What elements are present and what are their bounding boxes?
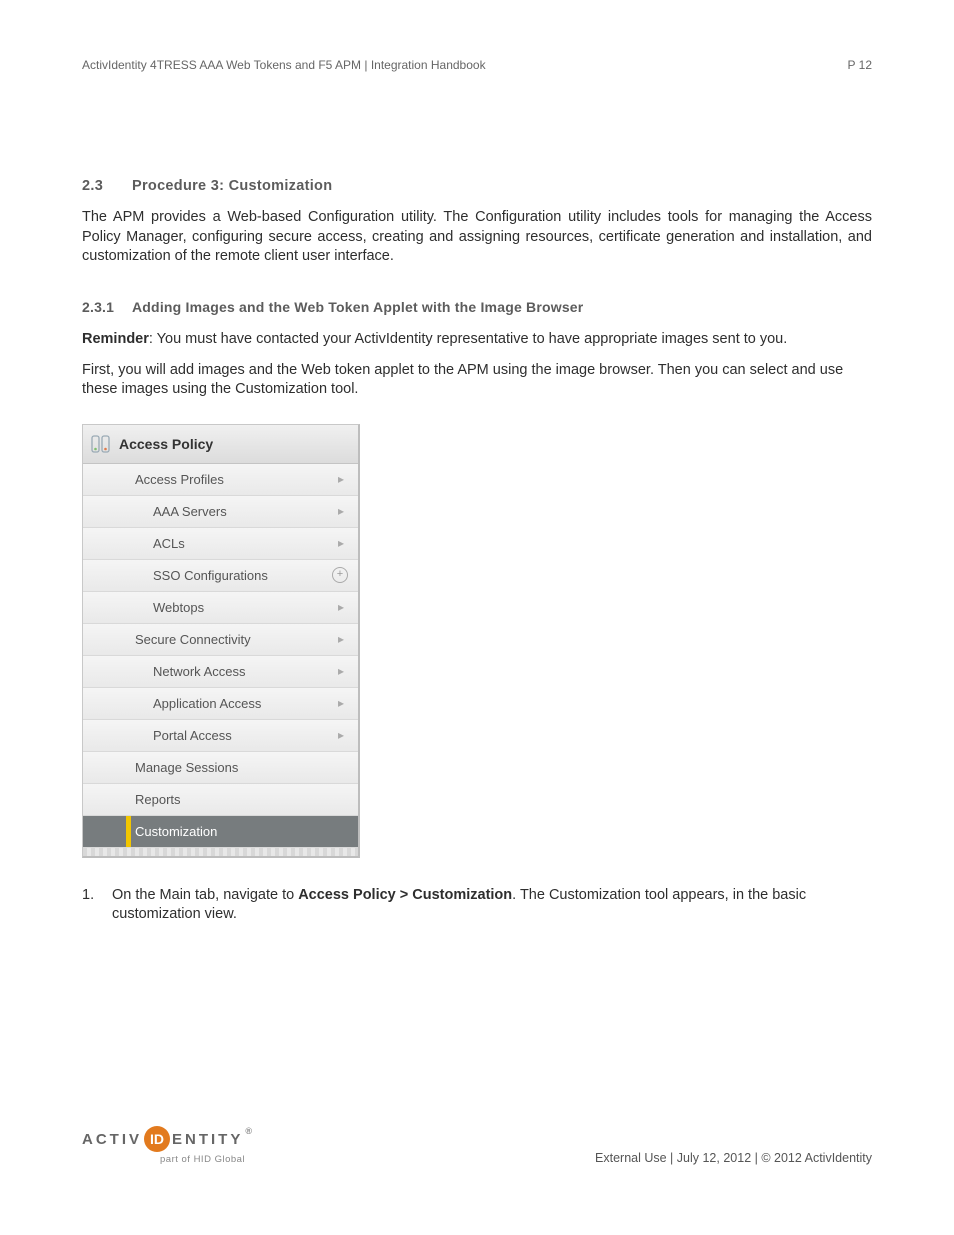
- menu-item-label: Customization: [83, 824, 332, 839]
- page-footer: ACTIV ID ENTITY ® part of HID Global Ext…: [82, 1126, 872, 1165]
- subsection-number: 2.3.1: [82, 299, 132, 315]
- menu-item-portal-access[interactable]: Portal Access ▸: [83, 720, 358, 752]
- menu-item-customization[interactable]: Customization: [83, 816, 358, 848]
- menu-item-label: SSO Configurations: [83, 568, 332, 583]
- section-title: Procedure 3: Customization: [132, 178, 332, 194]
- chevron-right-icon: ▸: [332, 536, 358, 550]
- reminder-line: Reminder: You must have contacted your A…: [82, 331, 872, 347]
- activ-identity-logo: ACTIV ID ENTITY ® part of HID Global: [82, 1126, 252, 1165]
- access-policy-menu: Access Policy Access Profiles ▸ AAA Serv…: [82, 424, 360, 858]
- logo-id-circle-icon: ID: [144, 1126, 170, 1152]
- menu-item-application-access[interactable]: Application Access ▸: [83, 688, 358, 720]
- section-number: 2.3: [82, 178, 132, 194]
- menu-item-webtops[interactable]: Webtops ▸: [83, 592, 358, 624]
- menu-item-label: Webtops: [83, 600, 332, 615]
- menu-shadow: [83, 848, 358, 856]
- plus-circle-icon[interactable]: +: [332, 567, 348, 583]
- subsection-heading: 2.3.1Adding Images and the Web Token App…: [82, 299, 872, 315]
- menu-item-sso-configurations[interactable]: SSO Configurations +: [83, 560, 358, 592]
- chevron-right-icon: ▸: [332, 728, 358, 742]
- menu-item-label: ACLs: [83, 536, 332, 551]
- chevron-right-icon: ▸: [332, 664, 358, 678]
- menu-item-manage-sessions[interactable]: Manage Sessions: [83, 752, 358, 784]
- menu-item-label: Access Profiles: [83, 472, 332, 487]
- menu-item-label: Portal Access: [83, 728, 332, 743]
- selection-indicator: [126, 816, 131, 847]
- reminder-text: : You must have contacted your ActivIden…: [149, 331, 787, 347]
- menu-item-network-access[interactable]: Network Access ▸: [83, 656, 358, 688]
- chevron-right-icon: ▸: [332, 504, 358, 518]
- section-intro: The APM provides a Web-based Configurati…: [82, 208, 872, 267]
- subsection-intro: First, you will add images and the Web t…: [82, 361, 872, 400]
- page-number: P 12: [848, 58, 872, 72]
- reminder-label: Reminder: [82, 331, 149, 347]
- chevron-right-icon: ▸: [332, 632, 358, 646]
- menu-header: Access Policy: [83, 425, 358, 464]
- footer-meta: External Use | July 12, 2012 | © 2012 Ac…: [595, 1151, 872, 1165]
- logo-text-right: ENTITY: [172, 1131, 243, 1148]
- step-text-pre: On the Main tab, navigate to: [112, 887, 298, 903]
- menu-item-aaa-servers[interactable]: AAA Servers ▸: [83, 496, 358, 528]
- logo-subtitle: part of HID Global: [160, 1154, 245, 1165]
- menu-item-label: Manage Sessions: [83, 760, 332, 775]
- menu-item-label: Network Access: [83, 664, 332, 679]
- chevron-right-icon: ▸: [332, 696, 358, 710]
- subsection-title: Adding Images and the Web Token Applet w…: [132, 299, 583, 315]
- step-number: 1.: [82, 886, 112, 925]
- step-1: 1. On the Main tab, navigate to Access P…: [82, 886, 872, 925]
- step-text-bold: Access Policy > Customization: [298, 887, 512, 903]
- menu-title: Access Policy: [119, 436, 213, 452]
- menu-item-label: Secure Connectivity: [83, 632, 332, 647]
- menu-item-reports[interactable]: Reports: [83, 784, 358, 816]
- menu-item-acls[interactable]: ACLs ▸: [83, 528, 358, 560]
- menu-item-access-profiles[interactable]: Access Profiles ▸: [83, 464, 358, 496]
- chevron-right-icon: ▸: [332, 600, 358, 614]
- chevron-right-icon: ▸: [332, 472, 358, 486]
- menu-item-label: AAA Servers: [83, 504, 332, 519]
- menu-item-label: Application Access: [83, 696, 332, 711]
- page-header: ActivIdentity 4TRESS AAA Web Tokens and …: [82, 58, 872, 72]
- access-policy-icon: [91, 435, 111, 453]
- menu-item-label: Reports: [83, 792, 332, 807]
- document-page: ActivIdentity 4TRESS AAA Web Tokens and …: [0, 0, 954, 1235]
- doc-title: ActivIdentity 4TRESS AAA Web Tokens and …: [82, 58, 486, 72]
- registered-mark: ®: [245, 1126, 252, 1136]
- menu-item-secure-connectivity[interactable]: Secure Connectivity ▸: [83, 624, 358, 656]
- section-heading: 2.3Procedure 3: Customization: [82, 178, 872, 194]
- logo-text-left: ACTIV: [82, 1131, 142, 1148]
